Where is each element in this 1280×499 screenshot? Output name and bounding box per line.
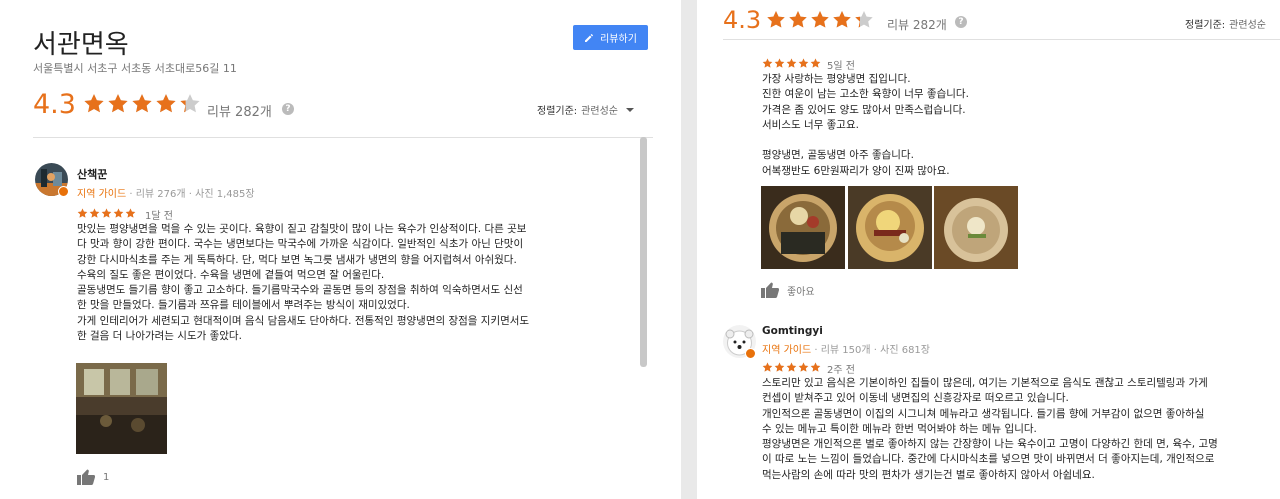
review-count: 리뷰 282개 bbox=[207, 105, 272, 120]
star-icon bbox=[855, 11, 873, 28]
review-photo-image bbox=[848, 186, 932, 269]
star-icon bbox=[786, 58, 797, 68]
help-icon[interactable]: ? bbox=[955, 16, 967, 28]
divider bbox=[723, 39, 1280, 40]
star-icon bbox=[810, 362, 821, 372]
review-text: 스토리만 있고 음식은 기본이하인 집들이 많은데, 여기는 기본적으로 음식도… bbox=[762, 377, 1218, 481]
review-photo[interactable] bbox=[934, 186, 1018, 269]
pencil-icon bbox=[585, 33, 594, 42]
local-guide-label[interactable]: 지역 가이드 bbox=[77, 189, 126, 200]
review-time: 1달 전 bbox=[145, 211, 173, 222]
review-photo[interactable] bbox=[761, 186, 845, 269]
local-guide-badge-icon bbox=[58, 186, 69, 197]
star-icon bbox=[786, 362, 797, 372]
sort-dropdown[interactable]: 정렬기준: 관련성순 bbox=[1185, 16, 1266, 31]
review-stars bbox=[762, 362, 821, 373]
review-photo-image bbox=[76, 363, 167, 454]
star-icon bbox=[798, 58, 809, 68]
help-icon[interactable]: ? bbox=[282, 103, 294, 115]
review-time: 5일 전 bbox=[827, 61, 855, 72]
chevron-down-icon bbox=[625, 107, 634, 112]
place-reviews-panel-left: 서관면옥 서울특별시 서초구 서초동 서초대로56길 11 리뷰하기 4.3 리… bbox=[0, 0, 681, 499]
review-count: 리뷰 282개 bbox=[887, 18, 947, 32]
star-icon bbox=[113, 208, 124, 218]
review-text: 맛있는 평양냉면을 먹을 수 있는 곳이다. 육향이 짙고 감칠맛이 많이 나는… bbox=[77, 223, 530, 343]
like-button[interactable]: 1 bbox=[77, 469, 109, 485]
star-icon bbox=[108, 94, 128, 113]
divider bbox=[33, 137, 653, 138]
star-icon bbox=[789, 11, 807, 28]
review-photo[interactable] bbox=[848, 186, 932, 269]
author-stats: · 리뷰 150개 · 사진 681장 bbox=[811, 345, 930, 356]
review-author-meta: 지역 가이드 · 리뷰 150개 · 사진 681장 bbox=[762, 341, 930, 356]
star-icon bbox=[810, 58, 821, 68]
star-icon bbox=[833, 11, 851, 28]
star-icon bbox=[762, 58, 773, 68]
review-photo-image bbox=[761, 186, 845, 269]
thumbs-up-icon bbox=[77, 469, 95, 485]
review-author[interactable]: 산책꾼 bbox=[77, 166, 107, 182]
review-photo[interactable] bbox=[76, 363, 167, 454]
star-icon bbox=[180, 94, 200, 113]
review-author[interactable]: Gomtingyi bbox=[762, 325, 823, 337]
average-rating: 4.3 bbox=[33, 89, 76, 120]
review-text: 가장 사랑하는 평양냉면 집입니다. 진한 여운이 남는 고소한 육향이 너무 … bbox=[762, 73, 969, 177]
sort-dropdown[interactable]: 정렬기준: 관련성순 bbox=[537, 102, 634, 117]
star-icon bbox=[77, 208, 88, 218]
write-review-button[interactable]: 리뷰하기 bbox=[573, 25, 648, 50]
average-rating-stars bbox=[83, 93, 201, 115]
star-icon bbox=[125, 208, 136, 218]
local-guide-label[interactable]: 지역 가이드 bbox=[762, 345, 811, 356]
scrollbar[interactable] bbox=[640, 137, 647, 367]
star-icon bbox=[156, 94, 176, 113]
sort-value: 관련성순 bbox=[1229, 20, 1266, 31]
sort-value: 관련성순 bbox=[581, 106, 618, 117]
review-photo-image bbox=[934, 186, 1018, 269]
star-icon bbox=[811, 11, 829, 28]
star-icon bbox=[798, 362, 809, 372]
average-rating: 4.3 bbox=[723, 6, 762, 34]
star-icon bbox=[132, 94, 152, 113]
business-address: 서울특별시 서초구 서초동 서초대로56길 11 bbox=[33, 62, 237, 75]
star-icon bbox=[101, 208, 112, 218]
star-icon bbox=[762, 362, 773, 372]
local-guide-badge-icon bbox=[745, 348, 756, 359]
like-count: 1 bbox=[103, 471, 110, 483]
review-author-meta: 지역 가이드 · 리뷰 276개 · 사진 1,485장 bbox=[77, 185, 255, 200]
star-icon bbox=[774, 58, 785, 68]
business-name: 서관면옥 bbox=[33, 30, 129, 60]
review-stars bbox=[77, 208, 136, 219]
review-time: 2주 전 bbox=[827, 365, 855, 376]
like-label: 좋아요 bbox=[787, 286, 815, 298]
place-reviews-panel-right: 4.3 리뷰 282개 ? 정렬기준: 관련성순 5일 전 가장 사랑하는 평양… bbox=[697, 0, 1280, 499]
average-rating-stars bbox=[766, 10, 874, 30]
author-stats: · 리뷰 276개 · 사진 1,485장 bbox=[126, 189, 255, 200]
star-icon bbox=[767, 11, 785, 28]
sort-label: 정렬기준: bbox=[537, 106, 578, 117]
sort-label: 정렬기준: bbox=[1185, 20, 1226, 31]
review-stars bbox=[762, 58, 821, 69]
star-icon bbox=[89, 208, 100, 218]
write-review-label: 리뷰하기 bbox=[600, 34, 637, 45]
thumbs-up-icon bbox=[761, 282, 779, 298]
star-icon bbox=[774, 362, 785, 372]
star-icon bbox=[84, 94, 104, 113]
like-button[interactable]: 좋아요 bbox=[761, 282, 815, 298]
